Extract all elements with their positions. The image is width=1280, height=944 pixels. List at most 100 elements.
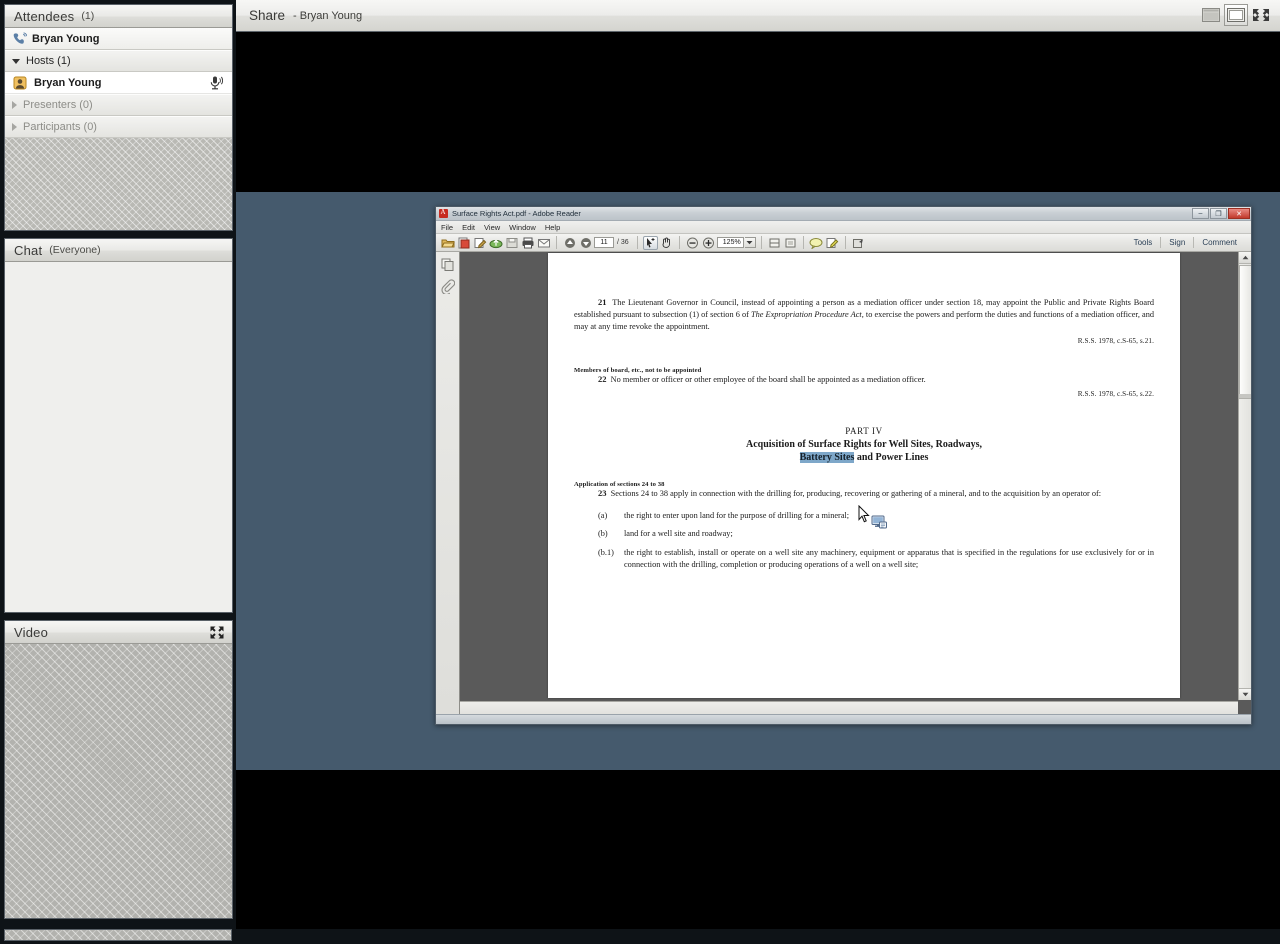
scrollbar-thumb[interactable] — [1239, 265, 1251, 399]
comment-button[interactable]: Comment — [1194, 238, 1245, 247]
selected-text-highlight[interactable]: Battery Sites — [799, 451, 855, 463]
list-text-b: land for a well site and roadway; — [624, 529, 733, 539]
reader-navigation-pane — [436, 252, 460, 714]
expand-panel-icon[interactable] — [851, 236, 866, 250]
pod-tray-strip[interactable] — [4, 929, 232, 941]
zoom-in-icon[interactable] — [701, 236, 716, 250]
toolbar-separator — [636, 236, 638, 249]
print-icon[interactable] — [520, 236, 535, 250]
left-pod-column: Attendees (1) Bryan Young Hosts (1) Brya… — [0, 0, 236, 929]
menu-view[interactable]: View — [484, 223, 500, 232]
menu-window[interactable]: Window — [509, 223, 536, 232]
email-icon[interactable] — [536, 236, 551, 250]
section-number-21: 21 — [598, 297, 607, 307]
pdf-paragraph-s22: 22 No member or officer or other employe… — [574, 374, 1154, 386]
select-tool-icon[interactable] — [642, 235, 658, 250]
pdf-list-item-b: (b) land for a well site and roadway; — [598, 528, 1154, 540]
menu-edit[interactable]: Edit — [462, 223, 475, 232]
menu-help[interactable]: Help — [545, 223, 560, 232]
chat-message-list[interactable] — [5, 262, 232, 612]
hand-tool-icon[interactable] — [659, 236, 674, 250]
fullscreen-icon[interactable] — [1250, 5, 1272, 25]
chevron-down-icon[interactable] — [744, 237, 756, 248]
sign-button[interactable]: Sign — [1161, 238, 1193, 247]
close-button[interactable]: ✕ — [1228, 208, 1250, 219]
upload-cloud-icon[interactable] — [488, 236, 503, 250]
share-header-buttons — [1200, 4, 1272, 26]
list-label-a: (a) — [598, 510, 608, 520]
citation-s22: R.S.S. 1978, c.S-65, s.22. — [1077, 389, 1154, 398]
chat-pod: Chat (Everyone) — [4, 238, 233, 613]
page-total-label: / 36 — [617, 239, 629, 246]
adobe-reader-window[interactable]: Surface Rights Act.pdf - Adobe Reader – … — [435, 206, 1252, 725]
attendee-self-name: Bryan Young — [32, 32, 100, 45]
view-full-icon[interactable] — [1224, 4, 1248, 26]
pdf-horizontal-scrollbar[interactable] — [460, 701, 1238, 714]
zoom-out-icon[interactable] — [685, 236, 700, 250]
heading-s23: Application of sections 24 to 38 — [574, 480, 665, 488]
highlight-icon[interactable] — [825, 236, 840, 250]
reader-main-area: 21 The Lieutenant Governor in Council, i… — [436, 252, 1251, 714]
page-number-input[interactable]: 11 — [594, 237, 614, 248]
attendees-pod-header: Attendees (1) — [5, 5, 232, 28]
attendee-group-participants[interactable]: Participants (0) — [5, 116, 232, 138]
reader-menu-bar: File Edit View Window Help — [436, 221, 1251, 234]
attendee-group-presenters[interactable]: Presenters (0) — [5, 94, 232, 116]
fit-width-icon[interactable] — [767, 236, 782, 250]
attendee-host-name: Bryan Young — [34, 76, 102, 89]
comment-balloon-icon[interactable] — [809, 236, 824, 250]
reader-title-bar[interactable]: Surface Rights Act.pdf - Adobe Reader – … — [436, 207, 1251, 221]
save-icon[interactable] — [504, 236, 519, 250]
toolbar-separator — [802, 236, 804, 249]
attendee-group-hosts[interactable]: Hosts (1) — [5, 50, 232, 72]
expand-icon[interactable] — [209, 625, 225, 640]
pdf-vertical-scrollbar[interactable] — [1238, 252, 1251, 700]
next-page-icon[interactable] — [578, 236, 593, 250]
toolbar-separator — [844, 236, 846, 249]
attachments-icon[interactable] — [440, 278, 456, 294]
toolbar-separator — [678, 236, 680, 249]
menu-file[interactable]: File — [441, 223, 453, 232]
previous-page-icon[interactable] — [562, 236, 577, 250]
part-title-line-1: Acquisition of Surface Rights for Well S… — [745, 438, 983, 450]
attendees-list: Bryan Young Hosts (1) Bryan Young Presen… — [5, 28, 232, 230]
pdf-list-item-b1: (b.1) the right to establish, install or… — [598, 547, 1154, 571]
section-23-text: Sections 24 to 38 apply in connection wi… — [610, 488, 1102, 498]
chevron-down-icon[interactable] — [12, 58, 20, 64]
pdf-page-canvas[interactable]: 21 The Lieutenant Governor in Council, i… — [548, 253, 1180, 698]
list-label-b1: (b.1) — [598, 548, 614, 558]
fit-page-icon[interactable] — [783, 236, 798, 250]
scroll-down-icon[interactable] — [1239, 688, 1251, 700]
microphone-icon[interactable] — [208, 75, 224, 90]
toolbar-right-links: Tools Sign Comment — [1126, 237, 1245, 248]
phone-handset-icon — [11, 31, 28, 46]
chevron-right-icon[interactable] — [12, 123, 17, 131]
toolbar-separator — [556, 236, 557, 249]
scrollbar-marker[interactable] — [1239, 394, 1251, 398]
part-title-line-2: Battery Sites and Power Lines — [574, 451, 1154, 463]
share-pod-header: Share - Bryan Young — [236, 0, 1280, 32]
chevron-right-icon[interactable] — [12, 101, 17, 109]
part-title-line-2-rest: and Power Lines — [854, 451, 929, 463]
view-sidebar-icon[interactable] — [1200, 5, 1222, 25]
video-display-area[interactable] — [5, 644, 232, 918]
reader-toolbar: 11 / 36 125% Tools Sign Comment — [436, 234, 1251, 252]
share-presenter-name: - Bryan Young — [293, 9, 363, 22]
attendee-self-row[interactable]: Bryan Young — [5, 28, 232, 50]
maximize-button[interactable]: ❐ — [1210, 208, 1227, 219]
pdf-document-viewport[interactable]: 21 The Lieutenant Governor in Council, i… — [460, 252, 1251, 714]
zoom-level-input[interactable]: 125% — [716, 237, 744, 248]
pdf-paragraph-s23: 23 Sections 24 to 38 apply in connection… — [574, 488, 1154, 500]
minimize-button[interactable]: – — [1192, 208, 1209, 219]
attendees-empty-area — [5, 138, 232, 230]
attendee-row-host[interactable]: Bryan Young — [5, 72, 232, 94]
attendee-group-presenters-label: Presenters (0) — [23, 99, 93, 111]
tools-button[interactable]: Tools — [1126, 238, 1161, 247]
reader-window-title: Surface Rights Act.pdf - Adobe Reader — [452, 209, 581, 218]
page-thumbnails-icon[interactable] — [440, 256, 456, 272]
save-as-pdf-icon[interactable] — [456, 236, 471, 250]
share-pod-title: Share — [249, 8, 286, 23]
open-file-icon[interactable] — [440, 236, 455, 250]
sign-edit-icon[interactable] — [472, 236, 487, 250]
scroll-up-icon[interactable] — [1239, 252, 1251, 264]
